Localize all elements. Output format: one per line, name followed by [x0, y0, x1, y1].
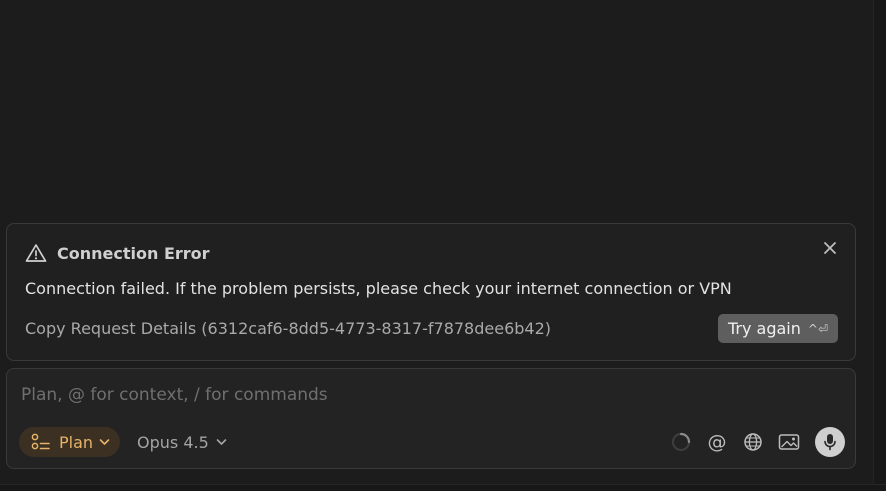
mention-button[interactable]: @: [705, 430, 729, 454]
composer: Plan Opus 4.5 @: [6, 368, 856, 469]
try-again-shortcut: ^⏎: [807, 321, 828, 336]
mode-label: Plan: [59, 432, 94, 452]
panel-edge: [873, 0, 886, 491]
bottom-edge: [0, 484, 886, 491]
copy-request-details-link[interactable]: Copy Request Details (6312caf6-8dd5-4773…: [25, 319, 551, 338]
attach-image-button[interactable]: [777, 430, 801, 454]
mention-icon: @: [707, 431, 727, 453]
image-icon: [778, 434, 800, 450]
plan-list-icon: [31, 433, 51, 451]
try-again-label: Try again: [727, 319, 801, 338]
model-selector[interactable]: Opus 4.5: [137, 427, 227, 457]
close-button[interactable]: [821, 239, 839, 257]
microphone-icon: [824, 434, 836, 451]
mode-selector-plan[interactable]: Plan: [19, 427, 121, 457]
voice-input-button[interactable]: [815, 427, 845, 457]
loading-spinner-icon: [669, 430, 693, 454]
chevron-down-icon: [216, 438, 227, 446]
error-header: Connection Error: [25, 243, 210, 263]
close-icon: [824, 242, 836, 254]
globe-icon: [744, 433, 762, 451]
connection-error-card: Connection Error Connection failed. If t…: [6, 223, 856, 361]
web-search-button[interactable]: [741, 430, 765, 454]
try-again-button[interactable]: Try again ^⏎: [717, 314, 838, 343]
chevron-down-icon: [99, 438, 110, 446]
prompt-input[interactable]: [19, 381, 843, 409]
error-message: Connection failed. If the problem persis…: [25, 279, 732, 298]
error-title: Connection Error: [57, 243, 210, 263]
model-label: Opus 4.5: [137, 432, 209, 452]
warning-triangle-icon: [25, 243, 47, 263]
composer-tools: @: [657, 427, 845, 457]
